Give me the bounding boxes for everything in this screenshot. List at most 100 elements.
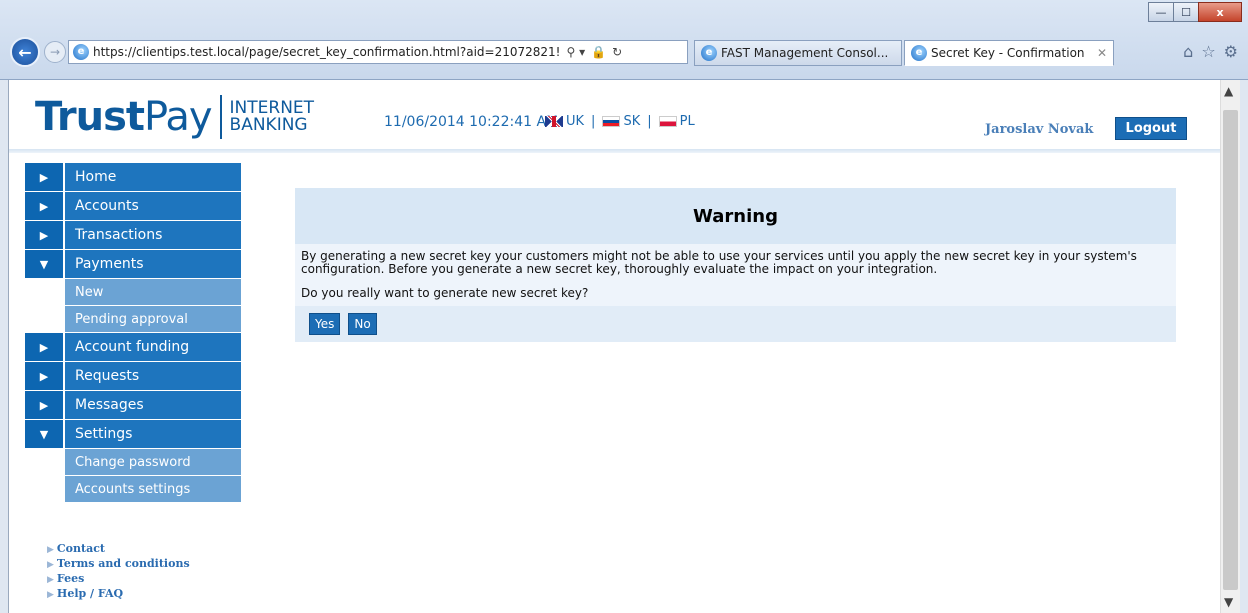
sidebar-item-label: Messages [65, 391, 241, 419]
link-arrow-icon: ▶ [47, 590, 54, 600]
lang-separator: | [591, 114, 596, 129]
link-arrow-icon: ▶ [47, 575, 54, 585]
expand-arrow-icon: ▶ [25, 163, 65, 191]
warning-dialog: Warning By generating a new secret key y… [295, 188, 1176, 342]
footer-link-label: Help / FAQ [56, 587, 124, 600]
trustpay-logo[interactable]: Trust Pay INTERNET BANKING [35, 94, 314, 140]
footer-link-terms[interactable]: ▶ Terms and conditions [47, 557, 190, 572]
star-icon[interactable]: ☆ [1201, 42, 1215, 61]
collapse-arrow-icon: ▼ [25, 250, 65, 278]
tab-fast-management[interactable]: e FAST Management Consol... [694, 40, 902, 66]
sidebar-item-accounts[interactable]: ▶ Accounts [25, 192, 241, 220]
url-text[interactable]: https://clientips.test.local/page/secret… [93, 45, 560, 59]
lock-icon[interactable]: 🔒 [591, 45, 606, 59]
sidebar-item-label: Payments [65, 250, 241, 278]
forward-arrow-icon: → [49, 45, 61, 59]
navigation-row: ← → e https://clientips.test.local/page/… [0, 36, 1248, 68]
lang-pl[interactable]: PL [658, 114, 695, 129]
footer-link-help[interactable]: ▶ Help / FAQ [47, 587, 190, 602]
lang-sk[interactable]: SK [602, 114, 640, 129]
sidebar-item-label: Home [65, 163, 241, 191]
warning-actions: Yes No [295, 306, 1176, 342]
current-datetime: 11/06/2014 10:22:41 AM [384, 114, 559, 130]
footer-link-label: Terms and conditions [56, 557, 190, 570]
forward-button[interactable]: → [44, 41, 66, 63]
sidebar-item-transactions[interactable]: ▶ Transactions [25, 221, 241, 249]
tab-label: FAST Management Consol... [721, 46, 889, 60]
tab-label: Secret Key - Confirmation [931, 46, 1085, 60]
expand-arrow-icon: ▶ [25, 221, 65, 249]
expand-arrow-icon: ▶ [25, 362, 65, 390]
address-bar[interactable]: e https://clientips.test.local/page/secr… [68, 40, 688, 64]
sidebar-item-label: Transactions [65, 221, 241, 249]
sidebar-item-label: Requests [65, 362, 241, 390]
uk-flag-icon [545, 116, 563, 127]
sidebar-item-settings[interactable]: ▼ Settings [25, 420, 241, 448]
collapse-arrow-icon: ▼ [25, 420, 65, 448]
lang-sk-label: SK [623, 114, 641, 129]
close-tab-icon[interactable]: ✕ [1093, 46, 1107, 60]
language-selector: UK | SK | PL [545, 114, 695, 129]
home-icon[interactable]: ⌂ [1183, 42, 1193, 61]
vertical-scrollbar[interactable]: ▲ ▼ [1220, 80, 1240, 613]
lang-uk[interactable]: UK [545, 114, 584, 129]
lang-uk-label: UK [566, 114, 585, 129]
footer-link-label: Contact [56, 542, 105, 555]
warning-message: By generating a new secret key your cust… [295, 244, 1176, 280]
sidebar-subitem-accounts-settings[interactable]: Accounts settings [65, 476, 241, 502]
lang-separator: | [647, 114, 652, 129]
sidebar-item-home[interactable]: ▶ Home [25, 163, 241, 191]
link-arrow-icon: ▶ [47, 560, 54, 570]
sidebar-item-payments[interactable]: ▼ Payments [25, 250, 241, 278]
window-titlebar: — ☐ x [0, 0, 1248, 30]
logo-trust-text: Trust [35, 94, 145, 140]
search-icon[interactable]: ⚲ ▾ [566, 45, 585, 59]
gear-icon[interactable]: ⚙ [1224, 42, 1238, 61]
back-button[interactable]: ← [10, 37, 40, 67]
sidebar-item-account-funding[interactable]: ▶ Account funding [25, 333, 241, 361]
logo-sub-line2: BANKING [229, 115, 308, 135]
footer-link-label: Fees [56, 572, 85, 585]
site-header: Trust Pay INTERNET BANKING 11/06/2014 10:2… [9, 80, 1221, 153]
link-arrow-icon: ▶ [47, 545, 54, 555]
sidebar-item-label: Settings [65, 420, 241, 448]
yes-button[interactable]: Yes [309, 313, 341, 335]
footer-link-contact[interactable]: ▶ Contact [47, 542, 190, 557]
scroll-down-icon[interactable]: ▼ [1224, 595, 1233, 609]
close-button[interactable]: x [1198, 2, 1242, 22]
warning-title: Warning [295, 188, 1176, 244]
ie-icon: e [73, 44, 89, 60]
scroll-thumb[interactable] [1223, 110, 1238, 590]
sidebar-item-label: Accounts [65, 192, 241, 220]
sidebar-item-requests[interactable]: ▶ Requests [25, 362, 241, 390]
sidebar-subitem-change-password[interactable]: Change password [65, 449, 241, 475]
window-controls: — ☐ x [1148, 2, 1242, 22]
tab-secret-key[interactable]: e Secret Key - Confirmation ✕ [904, 40, 1114, 66]
header-divider [9, 149, 1221, 153]
back-arrow-icon: ← [18, 42, 32, 62]
browser-toolbar-icons: ⌂ ☆ ⚙ [1183, 42, 1238, 61]
sidebar-subitem-new[interactable]: New [65, 279, 241, 305]
expand-arrow-icon: ▶ [25, 192, 65, 220]
logo-subtitle: INTERNET BANKING [230, 100, 315, 134]
refresh-icon[interactable]: ↻ [612, 45, 622, 59]
maximize-button[interactable]: ☐ [1173, 2, 1199, 22]
warning-question: Do you really want to generate new secre… [295, 280, 1176, 306]
sidebar-nav: ▶ Home ▶ Accounts ▶ Transactions ▼ Payments … [25, 163, 241, 503]
no-button[interactable]: No [348, 313, 377, 335]
pl-flag-icon [658, 116, 677, 127]
sidebar-subitem-pending-approval[interactable]: Pending approval [65, 306, 241, 332]
browser-chrome: — ☐ x ← → e https://clientips.test.local… [0, 0, 1248, 80]
minimize-button[interactable]: — [1148, 2, 1174, 22]
scroll-up-icon[interactable]: ▲ [1224, 84, 1233, 98]
logo-pay-text: Pay [144, 94, 213, 140]
page-viewport: Trust Pay INTERNET BANKING 11/06/2014 10:2… [8, 80, 1240, 613]
expand-arrow-icon: ▶ [25, 333, 65, 361]
sidebar-item-messages[interactable]: ▶ Messages [25, 391, 241, 419]
ie-icon: e [911, 45, 927, 61]
logout-button[interactable]: Logout [1115, 117, 1187, 140]
user-name[interactable]: Jaroslav Novak [985, 122, 1093, 137]
footer-link-fees[interactable]: ▶ Fees [47, 572, 190, 587]
lang-pl-label: PL [679, 114, 695, 129]
footer-links: ▶ Contact ▶ Terms and conditions ▶ Fees ▶ He… [47, 542, 190, 602]
